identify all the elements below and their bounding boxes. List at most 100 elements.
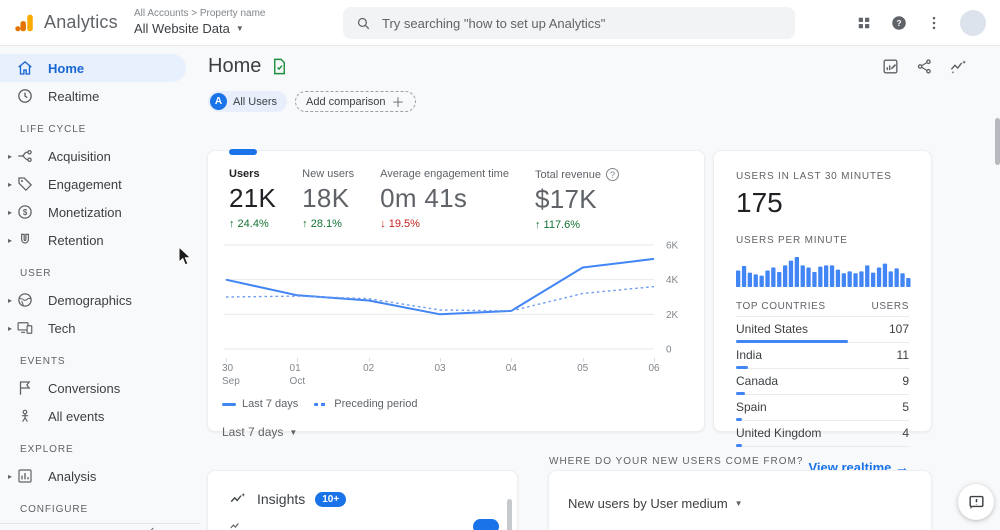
- metric-label: Average engagement time: [380, 168, 509, 180]
- chevron-down-icon: ▼: [289, 428, 297, 437]
- sidebar-item-realtime[interactable]: Realtime: [0, 82, 200, 110]
- metric-new-users[interactable]: New users 18K ↑ 28.1%: [302, 168, 354, 231]
- divider: [0, 523, 200, 524]
- date-range-label: Last 7 days: [222, 425, 283, 439]
- property-name: All Website Data: [134, 21, 230, 37]
- x-axis-label: 01Oct: [290, 363, 306, 388]
- sidebar-item-acquisition[interactable]: ▸ Acquisition: [0, 142, 200, 170]
- monetization-icon: $: [16, 203, 34, 221]
- sidebar-item-home[interactable]: Home: [0, 54, 186, 82]
- x-tick: [583, 358, 584, 362]
- realtime-title: USERS IN LAST 30 MINUTES: [736, 171, 909, 182]
- expand-arrow-icon: ▸: [0, 296, 16, 305]
- svg-text:$: $: [23, 208, 28, 217]
- acquisition-icon: [16, 147, 34, 165]
- expand-arrow-icon: ▸: [0, 472, 16, 481]
- country-name: India: [736, 348, 762, 362]
- expand-arrow-icon: ▸: [0, 236, 16, 245]
- page-scrollbar[interactable]: [995, 118, 1000, 165]
- users-column-label: USERS: [872, 301, 909, 312]
- country-row-united-kingdom: United Kingdom 4: [736, 421, 909, 447]
- new-users-dropdown-label: New users by User medium: [568, 496, 728, 511]
- sidebar-item-engagement[interactable]: ▸ Engagement: [0, 170, 200, 198]
- share-icon[interactable]: [915, 57, 934, 76]
- breadcrumb: All Accounts > Property name: [134, 8, 265, 21]
- all-events-icon: [16, 407, 34, 425]
- insights-count-badge: 10+: [315, 492, 346, 507]
- expand-arrow-icon: ▸: [0, 208, 16, 217]
- country-row-spain: Spain 5: [736, 395, 909, 421]
- demographics-icon: [16, 291, 34, 309]
- sidebar-item-all-events[interactable]: All events: [0, 402, 200, 430]
- help-icon: ?: [606, 168, 619, 181]
- segment-chip-label: All Users: [233, 96, 277, 108]
- country-name: Canada: [736, 374, 778, 388]
- analytics-logo-icon: [14, 12, 36, 34]
- sidebar-item-label: Engagement: [48, 177, 122, 192]
- metric-value: 18K: [302, 183, 354, 214]
- product-name: Analytics: [44, 12, 118, 33]
- metric-total-revenue[interactable]: Total revenue? $17K ↑ 117.6%: [535, 168, 619, 231]
- expand-arrow-icon: ▸: [0, 180, 16, 189]
- account-switcher[interactable]: All Accounts > Property name All Website…: [134, 8, 265, 37]
- search-bar[interactable]: [343, 7, 795, 39]
- x-tick: [511, 358, 512, 362]
- date-range-selector[interactable]: Last 7 days ▼: [222, 425, 692, 439]
- x-axis-label: 05: [577, 363, 588, 376]
- sidebar-nav: Home Realtime LIFE CYCLE ▸ Acquisition ▸…: [0, 46, 200, 530]
- new-users-dimension-selector[interactable]: New users by User medium ▼: [549, 471, 931, 511]
- top-countries-header: TOP COUNTRIES USERS: [736, 301, 909, 317]
- country-bar: [736, 444, 742, 447]
- legend-item-preceding-period: Preceding period: [314, 398, 417, 410]
- trend-x-axis: 30Sep 01Oct 02 03 04 05 06: [222, 360, 692, 386]
- analytics-logo[interactable]: Analytics: [0, 12, 128, 34]
- realtime-users-value: 175: [736, 187, 909, 219]
- sidebar-item-label: Acquisition: [48, 149, 111, 164]
- x-tick: [369, 358, 370, 362]
- metric-delta: ↑ 117.6%: [535, 219, 619, 231]
- insights-icon: [229, 490, 247, 508]
- x-axis-label: 02: [363, 363, 374, 376]
- more-options-icon[interactable]: [925, 14, 943, 32]
- top-countries-label: TOP COUNTRIES: [736, 301, 826, 312]
- country-name: United States: [736, 322, 808, 336]
- sidebar-item-label: Monetization: [48, 205, 122, 220]
- search-input[interactable]: [382, 16, 783, 31]
- metric-users[interactable]: Users 21K ↑ 24.4%: [229, 168, 276, 231]
- metric-average-engagement-time[interactable]: Average engagement time 0m 41s ↓ 19.5%: [380, 168, 509, 231]
- sidebar-item-label: Conversions: [48, 381, 120, 396]
- sidebar-item-label: Demographics: [48, 293, 132, 308]
- sidebar-item-retention[interactable]: ▸ Retention: [0, 226, 200, 254]
- svg-text:4K: 4K: [666, 275, 679, 286]
- chevron-down-icon: ▼: [236, 24, 244, 34]
- segment-chip-all-users[interactable]: A All Users: [208, 91, 287, 112]
- sidebar-item-demographics[interactable]: ▸ Demographics: [0, 286, 200, 314]
- country-name: Spain: [736, 400, 767, 414]
- x-axis-label: 06: [648, 363, 659, 376]
- add-comparison-button[interactable]: Add comparison ＋: [295, 91, 416, 112]
- x-tick: [654, 358, 655, 362]
- insight-item-badge: [473, 519, 499, 530]
- apps-grid-icon[interactable]: [855, 14, 873, 32]
- insights-card[interactable]: Insights 10+: [207, 470, 518, 530]
- insight-list-item[interactable]: [229, 519, 499, 530]
- insights-sparkline-icon[interactable]: [949, 57, 968, 76]
- sidebar-item-label: Realtime: [48, 89, 99, 104]
- customize-report-icon[interactable]: [881, 57, 900, 76]
- analysis-icon: [16, 467, 34, 485]
- insights-scrollbar[interactable]: [507, 499, 512, 530]
- sidebar-item-tech[interactable]: ▸ Tech: [0, 314, 200, 342]
- sidebar-item-analysis[interactable]: ▸ Analysis: [0, 462, 200, 490]
- tech-icon: [16, 319, 34, 337]
- feedback-button[interactable]: [958, 484, 994, 520]
- help-icon[interactable]: ?: [890, 14, 908, 32]
- report-snapshot-icon: [270, 57, 289, 76]
- svg-text:2K: 2K: [666, 310, 679, 321]
- country-users: 5: [902, 400, 909, 414]
- sidebar-item-conversions[interactable]: Conversions: [0, 374, 200, 402]
- sidebar-collapse-icon[interactable]: ‹: [150, 522, 154, 530]
- sidebar-item-label: Retention: [48, 233, 104, 248]
- feedback-icon: [967, 493, 986, 512]
- sidebar-item-monetization[interactable]: ▸ $ Monetization: [0, 198, 200, 226]
- avatar[interactable]: [960, 10, 986, 36]
